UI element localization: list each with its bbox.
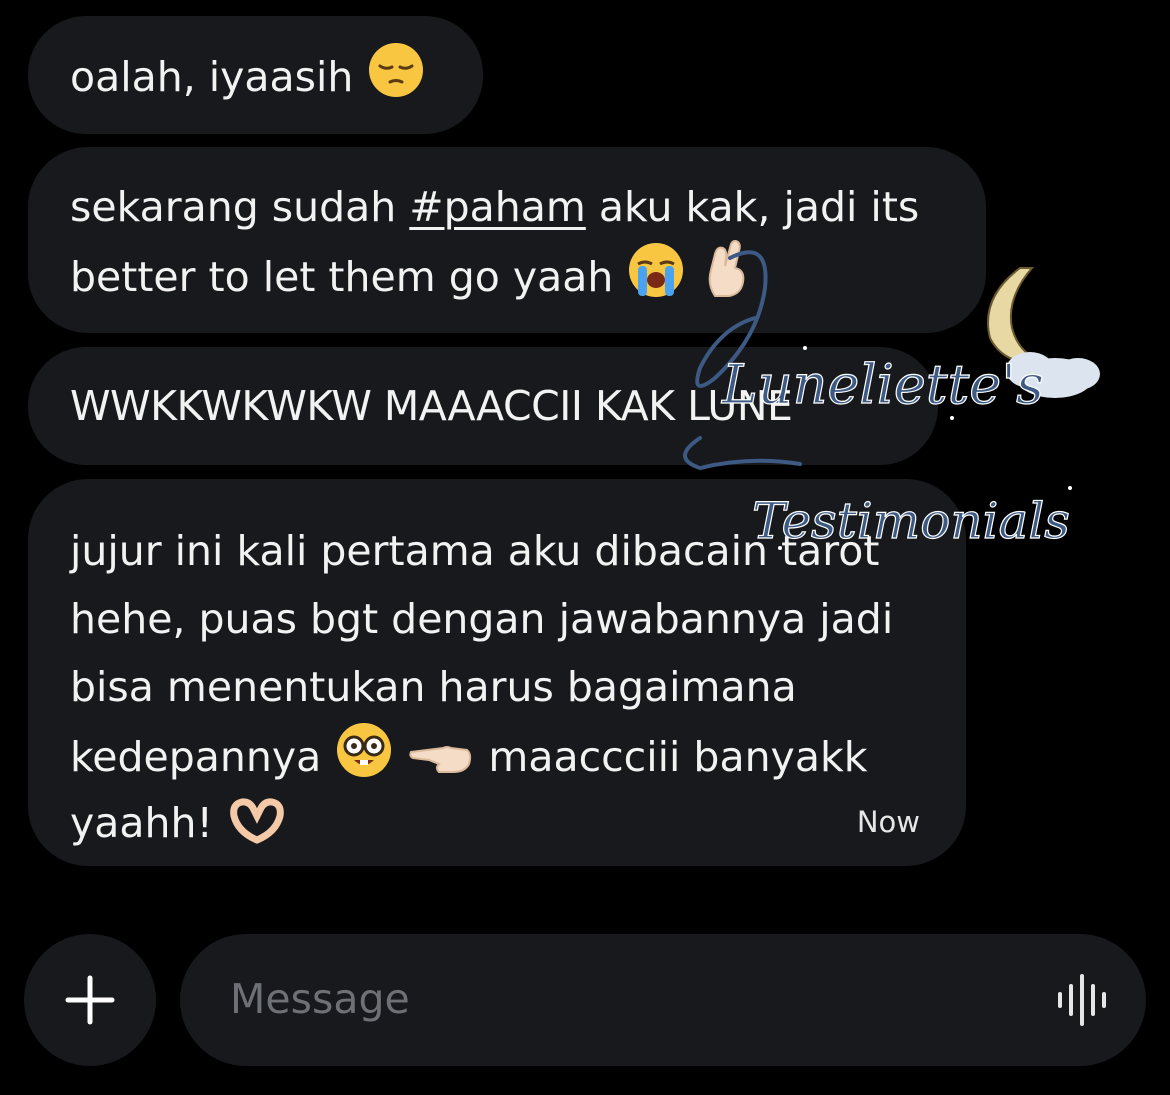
loudly-crying-face-icon — [628, 242, 684, 317]
message-line: jujur ini kali pertama aku dibacain taro… — [70, 527, 880, 575]
message-text: yaahh! — [70, 799, 213, 847]
message-text: WWKKWKWKW MAAACCII KAK LUNE — [70, 382, 793, 430]
message-placeholder: Message — [230, 975, 410, 1023]
message-line: kedepannya maaccciii banyakk — [70, 722, 924, 790]
message-line: hehe, puas bgt dengan jawabannya jadi — [70, 595, 894, 643]
hashtag-link[interactable]: #paham — [409, 183, 586, 231]
message-text: maaccciii banyakk — [488, 733, 868, 781]
message-bubble[interactable]: jujur ini kali pertama aku dibacain taro… — [28, 479, 966, 866]
add-attachment-button[interactable] — [24, 934, 156, 1066]
heart-hands-icon — [228, 796, 286, 863]
crossed-fingers-hand-icon — [701, 239, 751, 317]
message-timestamp: Now — [856, 805, 920, 839]
message-line: sekarang sudah #paham aku kak, jadi its — [70, 174, 944, 240]
plus-icon — [65, 975, 115, 1025]
message-line: better to let them go yaah — [70, 239, 944, 317]
message-bubble[interactable]: oalah, iyaasih — [28, 16, 483, 134]
left-pointing-hand-icon — [409, 731, 473, 797]
message-text: aku kak, jadi its — [585, 183, 920, 231]
voice-waveform-icon[interactable] — [1054, 972, 1110, 1028]
message-line: bisa menentukan harus bagaimana — [70, 663, 797, 711]
message-text: sekarang sudah — [70, 183, 410, 231]
message-bubble[interactable]: WWKKWKWKW MAAACCII KAK LUNE — [28, 347, 938, 465]
message-bubble[interactable]: sekarang sudah #paham aku kak, jadi its … — [28, 147, 986, 333]
message-text: better to let them go yaah — [70, 253, 614, 301]
message-input[interactable]: Message — [180, 934, 1146, 1066]
message-text: oalah, iyaasih — [70, 53, 354, 101]
pensive-face-icon — [368, 42, 424, 117]
nerd-face-icon — [336, 722, 392, 797]
crescent-moon-cloud-icon — [987, 267, 1100, 398]
message-text: kedepannya — [70, 733, 322, 781]
message-line: yaahh! — [70, 790, 924, 858]
